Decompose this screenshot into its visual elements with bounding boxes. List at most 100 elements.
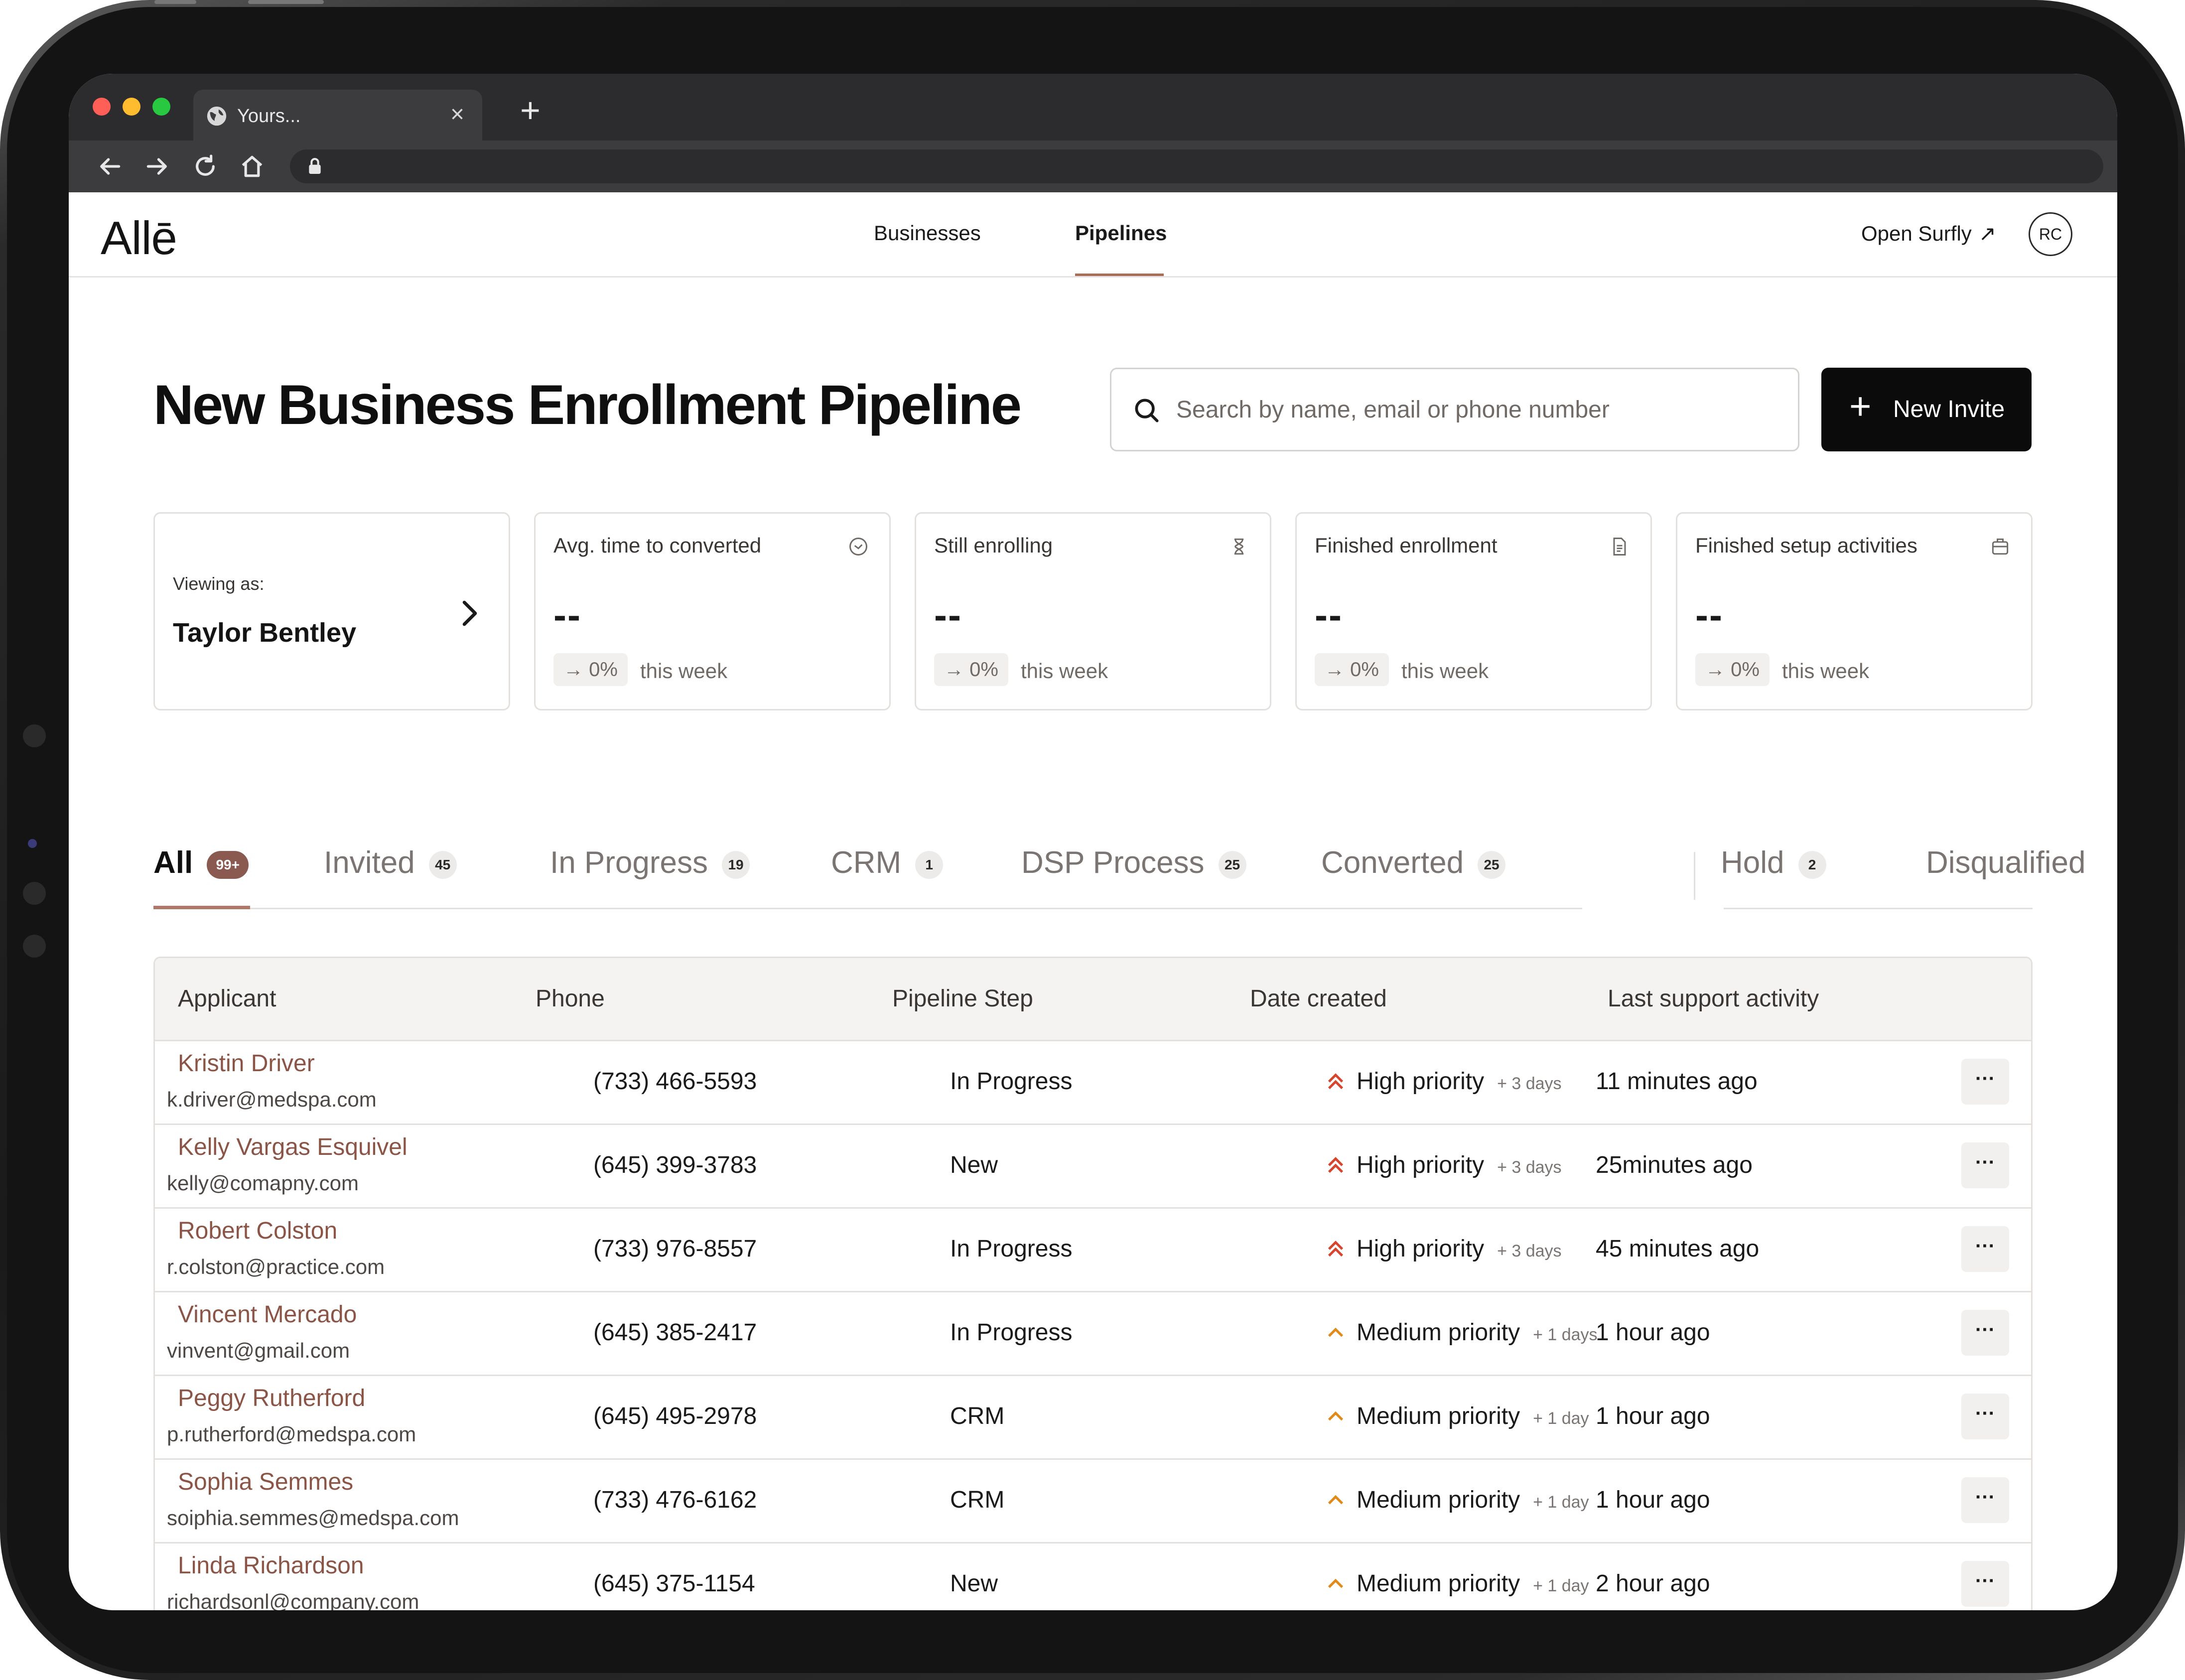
more-options-button[interactable]: ···: [1961, 1477, 2009, 1523]
trend-badge: → 0%: [1695, 653, 1770, 686]
more-options-button[interactable]: ···: [1961, 1226, 2009, 1272]
applicant-phone: (645) 385-2417: [593, 1319, 757, 1346]
open-surfly-label: Open Surfly: [1861, 222, 1972, 245]
applicant-phone: (645) 399-3783: [593, 1152, 757, 1178]
applicant-name-link[interactable]: Robert Colston: [178, 1217, 337, 1245]
more-options-button[interactable]: ···: [1961, 1310, 2009, 1356]
column-header-last-support-activity[interactable]: Last support activity: [1608, 985, 1819, 1012]
applicant-name-link[interactable]: Linda Richardson: [178, 1552, 364, 1579]
tab-dsp-process[interactable]: DSP Process 25: [1021, 845, 1246, 880]
browser-toolbar: [69, 140, 2117, 192]
tab-active-indicator: [153, 906, 250, 909]
more-options-button[interactable]: ···: [1961, 1394, 2009, 1439]
tab-crm[interactable]: CRM 1: [831, 845, 944, 880]
more-options-button[interactable]: ···: [1961, 1561, 2009, 1607]
plus-days: + 1 days: [1533, 1325, 1598, 1344]
tab-converted[interactable]: Converted 25: [1321, 845, 1506, 880]
double-chevron-up-icon: [1328, 1157, 1344, 1173]
viewing-as-card[interactable]: Viewing as: Taylor Bentley: [153, 512, 510, 710]
screen: Yours... × + Allē Businesses Pipelines O…: [69, 74, 2117, 1610]
count-badge: 1: [915, 850, 944, 879]
column-header-phone[interactable]: Phone: [536, 985, 605, 1012]
applicant-email: soiphia.semmes@medspa.com: [167, 1506, 459, 1530]
pipeline-step: CRM: [950, 1403, 1005, 1429]
trend-note: this week: [1782, 659, 1870, 683]
address-bar[interactable]: [290, 149, 2103, 183]
applicant-name-link[interactable]: Vincent Mercado: [178, 1301, 357, 1328]
table-row[interactable]: Kelly Vargas Esquivel kelly@comapny.com (6…: [155, 1123, 2031, 1209]
plus-days: + 3 days: [1497, 1242, 1562, 1260]
tab-label: Disqualified: [1926, 845, 2086, 880]
column-header-applicant[interactable]: Applicant: [178, 985, 276, 1012]
applicant-name-link[interactable]: Sophia Semmes: [178, 1468, 353, 1496]
nav-businesses[interactable]: Businesses: [874, 221, 981, 245]
pipeline-step: In Progress: [950, 1319, 1073, 1346]
forward-arrow-icon[interactable]: [143, 152, 171, 180]
column-header-pipeline-step[interactable]: Pipeline Step: [892, 985, 1033, 1012]
table-row[interactable]: Vincent Mercado vinvent@gmail.com (645) 38…: [155, 1291, 2031, 1376]
priority-text: High priority: [1357, 1068, 1485, 1095]
applicant-email: k.driver@medspa.com: [167, 1088, 377, 1111]
table-row[interactable]: Robert Colston r.colston@practice.com (733…: [155, 1207, 2031, 1292]
tab-hold[interactable]: Hold 2: [1721, 845, 1826, 880]
side-sensor: [23, 882, 46, 905]
browser-tab[interactable]: Yours... ×: [193, 90, 482, 140]
stat-title: Finished setup activities: [1695, 534, 1917, 557]
stat-value: --: [934, 593, 962, 637]
app-header: Allē Businesses Pipelines Open Surfly ↗ R…: [69, 192, 2117, 278]
volume-button-top: [154, 0, 196, 4]
user-avatar[interactable]: RC: [2029, 212, 2072, 256]
chevron-right-icon[interactable]: [459, 598, 481, 628]
home-icon[interactable]: [238, 152, 266, 180]
tab-disqualified[interactable]: Disqualified: [1926, 845, 2086, 880]
tab-label: DSP Process: [1021, 845, 1205, 880]
applicant-email: richardsonl@company.com: [167, 1590, 419, 1610]
priority-label: High priority + 3 days: [1357, 1068, 1562, 1095]
search-box[interactable]: Search by name, email or phone number: [1110, 368, 1799, 451]
window-zoom-dot[interactable]: [152, 98, 170, 116]
plus-icon: +: [1849, 385, 1872, 427]
open-surfly-link[interactable]: Open Surfly ↗: [1861, 221, 1996, 246]
side-sensor: [23, 935, 46, 958]
tab-in-progress[interactable]: In Progress 19: [550, 845, 750, 880]
tab-all[interactable]: All 99+: [153, 845, 249, 880]
table-row[interactable]: Peggy Rutherford p.rutherford@medspa.com (…: [155, 1375, 2031, 1460]
more-options-button[interactable]: ···: [1961, 1142, 2009, 1188]
count-badge: 25: [1218, 850, 1246, 879]
search-input[interactable]: Search by name, email or phone number: [1176, 396, 1610, 423]
pipeline-step: In Progress: [950, 1068, 1073, 1095]
brand-logo[interactable]: Allē: [101, 211, 177, 265]
search-icon: [1135, 399, 1159, 422]
plus-days: + 3 days: [1497, 1158, 1562, 1177]
priority-label: High priority + 3 days: [1357, 1235, 1562, 1262]
table-row[interactable]: Kristin Driver k.driver@medspa.com (733) 4…: [155, 1040, 2031, 1125]
globe-icon: [207, 106, 227, 126]
stat-title: Still enrolling: [934, 534, 1053, 557]
nav-pipelines[interactable]: Pipelines: [1075, 221, 1167, 245]
more-options-button[interactable]: ···: [1961, 1059, 2009, 1105]
table-row[interactable]: Linda Richardson richardsonl@company.com (…: [155, 1542, 2031, 1610]
stat-card-avg-time: Avg. time to converted -- → 0% this week: [534, 512, 891, 710]
priority-label: Medium priority + 1 day: [1357, 1570, 1589, 1597]
applicant-email: vinvent@gmail.com: [167, 1339, 350, 1362]
back-arrow-icon[interactable]: [96, 152, 124, 180]
window-minimize-dot[interactable]: [123, 98, 140, 116]
applicant-name-link[interactable]: Kelly Vargas Esquivel: [178, 1133, 408, 1161]
tab-invited[interactable]: Invited 45: [324, 845, 457, 880]
table-row[interactable]: Sophia Semmes soiphia.semmes@medspa.com (7…: [155, 1458, 2031, 1543]
window-close-dot[interactable]: [93, 98, 111, 116]
new-invite-button[interactable]: + New Invite: [1821, 368, 2032, 451]
applicant-name-link[interactable]: Peggy Rutherford: [178, 1385, 365, 1412]
document-icon: [1613, 538, 1626, 556]
new-tab-button[interactable]: +: [520, 93, 541, 128]
trend-note: this week: [640, 659, 728, 683]
applicant-phone: (733) 466-5593: [593, 1068, 757, 1095]
priority-label: Medium priority + 1 day: [1357, 1486, 1589, 1514]
reload-icon[interactable]: [191, 152, 219, 180]
last-support-activity: 2 hour ago: [1596, 1570, 1710, 1597]
priority-text: Medium priority: [1357, 1570, 1520, 1597]
tab-close-icon[interactable]: ×: [450, 103, 464, 127]
column-header-date-created[interactable]: Date created: [1250, 985, 1387, 1012]
applicant-name-link[interactable]: Kristin Driver: [178, 1050, 315, 1077]
double-chevron-up-icon: [1328, 1241, 1344, 1257]
